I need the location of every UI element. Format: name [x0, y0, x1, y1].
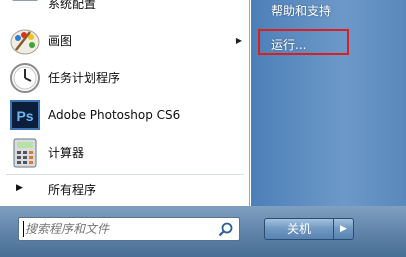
program-label: 任务计划程序 — [48, 71, 121, 85]
all-programs-label: 所有程序 — [48, 183, 97, 197]
help-and-support-item[interactable]: 帮助和支持 — [271, 2, 331, 19]
photoshop-icon: Ps — [10, 99, 40, 130]
program-item-calculator[interactable]: 计算器 — [2, 134, 248, 171]
search-icon[interactable] — [218, 222, 233, 237]
program-label: 画图 — [48, 34, 73, 48]
program-label: 计算器 — [48, 146, 85, 160]
text-caret — [23, 221, 24, 237]
program-item-paint[interactable]: 画图 ▶ — [2, 22, 248, 59]
start-menu: 系统配置 画图 ▶ 任务计划程序 Ps Adobe Photoshop CS6 … — [0, 0, 406, 257]
submenu-arrow-icon: ▶ — [235, 36, 242, 45]
shutdown-options-button[interactable]: ▶ — [334, 218, 354, 240]
run-highlight-box — [258, 29, 349, 55]
svg-text:Ps: Ps — [16, 108, 33, 124]
program-item-photoshop[interactable]: Ps Adobe Photoshop CS6 — [2, 96, 248, 133]
calculator-icon — [13, 138, 37, 167]
program-label: Adobe Photoshop CS6 — [48, 107, 181, 122]
paint-icon — [10, 29, 40, 54]
system-config-icon — [12, 0, 38, 1]
program-item-task-scheduler[interactable]: 任务计划程序 — [2, 59, 248, 96]
divider — [6, 174, 244, 175]
expand-arrow-icon: ▶ — [16, 183, 23, 193]
chevron-right-icon: ▶ — [340, 224, 347, 234]
shutdown-button[interactable]: 关机 — [264, 218, 334, 240]
task-scheduler-icon — [10, 62, 40, 93]
programs-panel: 系统配置 画图 ▶ 任务计划程序 Ps Adobe Photoshop CS6 … — [0, 0, 250, 206]
program-label: 系统配置 — [48, 0, 97, 11]
search-input[interactable] — [25, 220, 215, 238]
search-box[interactable] — [18, 217, 240, 241]
program-item-system-config[interactable]: 系统配置 — [2, 0, 248, 14]
all-programs-item[interactable]: ▶ 所有程序 — [2, 178, 248, 200]
